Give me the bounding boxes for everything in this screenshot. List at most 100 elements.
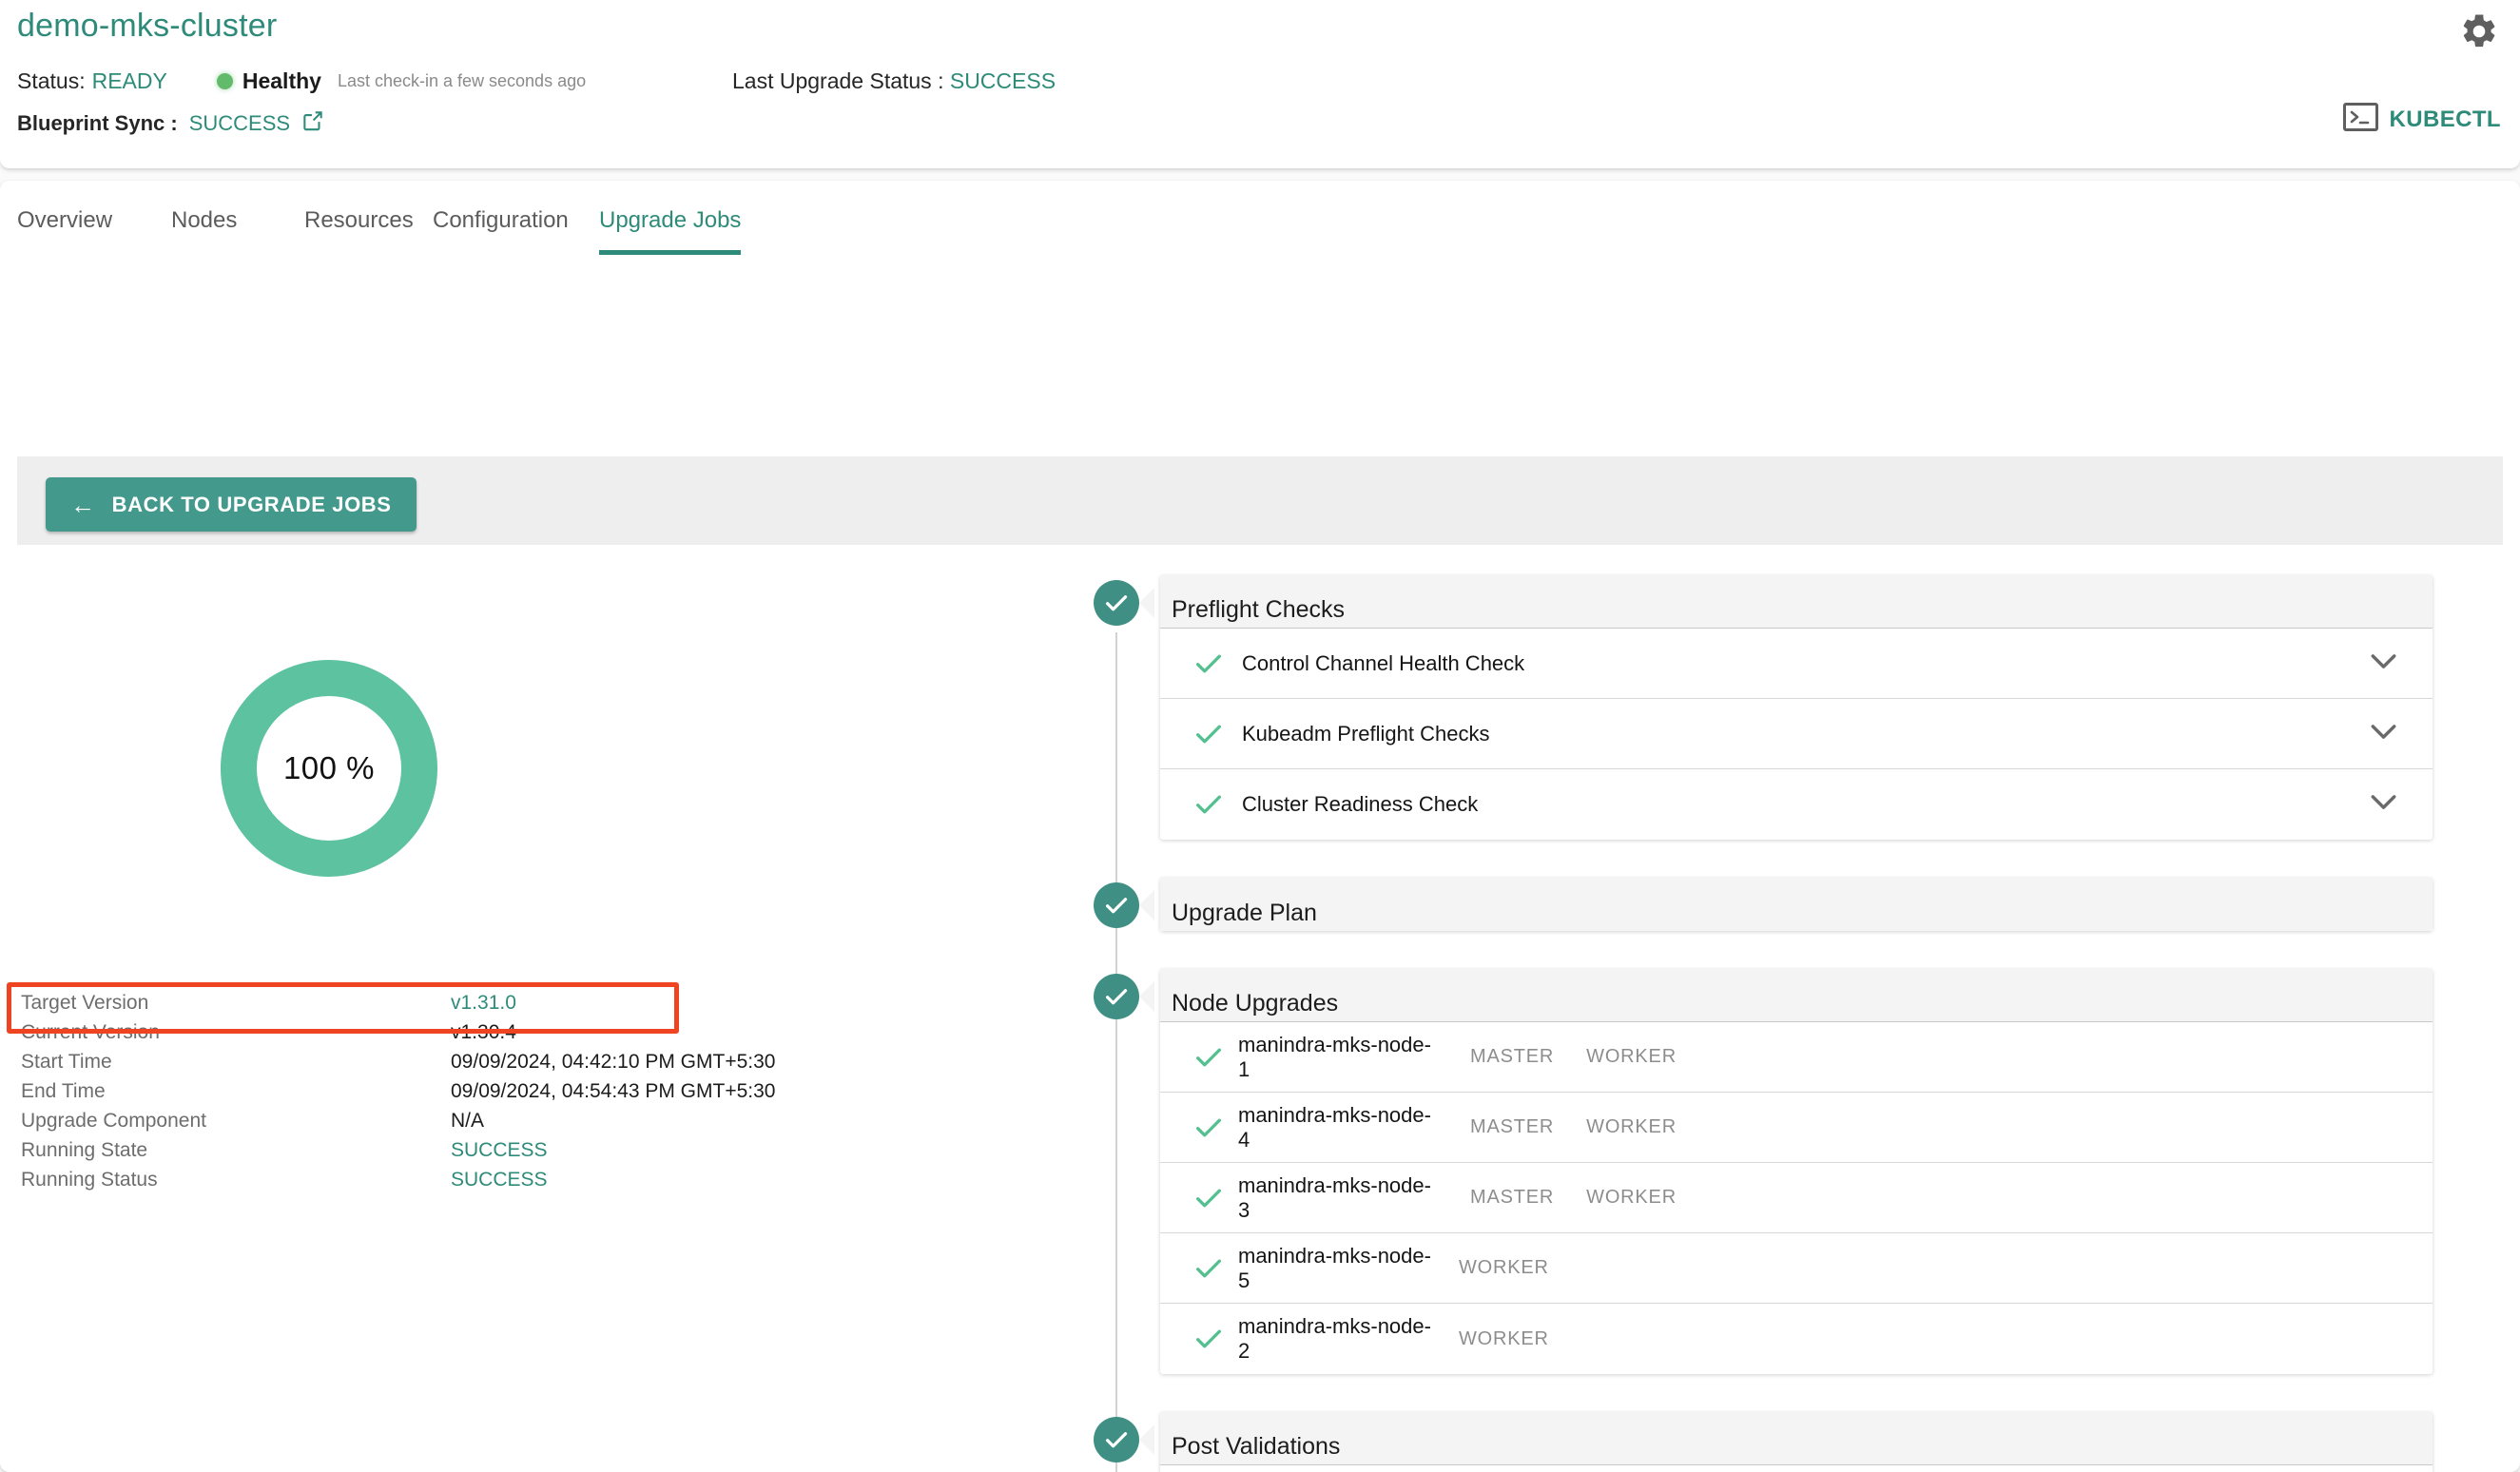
cluster-body-card: Overview Nodes Resources Configuration Upgra…	[0, 181, 2520, 1472]
node-upgrade-row[interactable]: manindra-mks-node-3 MASTER WORKER	[1160, 1163, 2433, 1233]
detail-value: v1.31.0	[451, 991, 516, 1014]
detail-value: 09/09/2024, 04:54:43 PM GMT+5:30	[451, 1079, 776, 1102]
node-upgrade-row[interactable]: manindra-mks-node-2 WORKER	[1160, 1304, 2433, 1374]
status-value: READY	[91, 68, 167, 93]
last-upgrade-label: Last Upgrade Status :	[732, 68, 944, 93]
detail-row: Running Status SUCCESS	[21, 1165, 877, 1194]
gear-icon[interactable]	[2459, 11, 2499, 51]
upgrade-detail-table: Target Version v1.31.0 Current Version v1.3…	[21, 988, 877, 1194]
node-role-badge: WORKER	[1586, 1046, 1677, 1067]
node-role-badge: WORKER	[1459, 1327, 1549, 1349]
detail-key: Current Version	[21, 1020, 160, 1043]
detail-row: End Time 09/09/2024, 04:54:43 PM GMT+5:30	[21, 1076, 877, 1106]
check-success-icon	[1192, 648, 1238, 680]
detail-key: Running Status	[21, 1168, 158, 1191]
last-checkin-text: Last check-in a few seconds ago	[337, 70, 587, 90]
detail-row: Target Version v1.31.0	[21, 988, 877, 1017]
last-upgrade-status: Last Upgrade Status : SUCCESS	[732, 68, 1056, 94]
kubectl-button[interactable]: KUBECTL	[2342, 103, 2501, 136]
cluster-status-row: Status: READY Healthy Last check-in a fe…	[17, 68, 586, 93]
detail-value: SUCCESS	[451, 1168, 548, 1191]
check-success-icon	[1192, 718, 1238, 750]
status-label: Status:	[17, 68, 86, 93]
progress-percent-label: 100 %	[282, 750, 376, 785]
section-title: Upgrade Plan	[1172, 900, 1317, 926]
external-link-icon[interactable]	[300, 108, 325, 138]
detail-key: Upgrade Component	[21, 1109, 206, 1132]
health-dot-icon	[216, 72, 233, 89]
check-success-icon	[1192, 788, 1238, 821]
kubectl-label: KUBECTL	[2389, 106, 2501, 132]
node-role-badge: MASTER	[1470, 1187, 1555, 1208]
chevron-down-icon[interactable]	[2371, 724, 2396, 745]
node-role-badge: MASTER	[1470, 1116, 1555, 1137]
cluster-header-card: demo-mks-cluster Status: READY Healthy L…	[0, 0, 2520, 168]
check-label: Cluster Readiness Check	[1242, 792, 1479, 816]
section-title: Post Validations	[1172, 1433, 1341, 1460]
node-name: manindra-mks-node-4	[1238, 1102, 1431, 1152]
detail-key: Running State	[21, 1138, 148, 1161]
section-header: Upgrade Plan	[1160, 878, 2433, 931]
back-to-upgrade-jobs-button[interactable]: ← BACK TO UPGRADE JOBS	[46, 477, 417, 532]
node-role-badge: WORKER	[1586, 1116, 1677, 1137]
health-text: Healthy	[242, 68, 321, 93]
node-upgrade-row[interactable]: manindra-mks-node-4 MASTER WORKER	[1160, 1093, 2433, 1163]
arrow-left-icon: ←	[70, 490, 96, 519]
detail-key: Target Version	[21, 991, 149, 1014]
check-row[interactable]: Kubeadm Preflight Checks	[1160, 699, 2433, 769]
last-upgrade-value: SUCCESS	[949, 68, 1056, 93]
chevron-down-icon[interactable]	[2371, 794, 2396, 815]
section-body: manindra-mks-node-1 MASTER WORKER manindra…	[1160, 1022, 2433, 1374]
timeline-pointer	[1139, 1424, 1154, 1455]
tab-bar: Overview Nodes Resources Configuration Upgra…	[0, 200, 2520, 261]
check-success-icon	[1192, 1112, 1238, 1144]
node-role-badge: MASTER	[1470, 1046, 1555, 1067]
timeline-pointer	[1139, 588, 1154, 618]
section-header: Node Upgrades	[1160, 969, 2433, 1022]
section-title: Preflight Checks	[1172, 596, 1346, 623]
blueprint-sync-label: Blueprint Sync :	[17, 110, 178, 135]
section-body: Control Channel Health Check Kubeadm Pre…	[1160, 629, 2433, 840]
node-upgrade-row[interactable]: manindra-mks-node-1 MASTER WORKER	[1160, 1022, 2433, 1093]
node-name: manindra-mks-node-2	[1238, 1314, 1431, 1363]
check-row[interactable]: Cluster Readiness Check	[1160, 769, 2433, 840]
page-title: demo-mks-cluster	[17, 8, 278, 44]
cluster-upgrade-job-page: demo-mks-cluster Status: READY Healthy L…	[0, 0, 2520, 1472]
timeline-section-node-upgrades: Node Upgrades manindra-mks-node-1 MASTER W…	[1160, 969, 2433, 1374]
timeline-pointer	[1139, 890, 1154, 920]
detail-row: Running State SUCCESS	[21, 1135, 877, 1165]
progress-donut: 100 %	[221, 660, 437, 877]
section-body: Nodes Ready Check Pods Running Check	[1160, 1465, 2433, 1472]
detail-row: Upgrade Component N/A	[21, 1106, 877, 1135]
tab-resources[interactable]: Resources	[304, 200, 414, 255]
check-success-icon	[1192, 1041, 1238, 1074]
section-title: Node Upgrades	[1172, 990, 1339, 1017]
node-upgrade-row[interactable]: manindra-mks-node-5 WORKER	[1160, 1233, 2433, 1304]
chevron-down-icon[interactable]	[2371, 653, 2396, 674]
timeline-connector	[1115, 632, 1117, 1472]
node-name: manindra-mks-node-1	[1238, 1032, 1431, 1081]
node-role-badge: WORKER	[1459, 1257, 1549, 1278]
detail-value: SUCCESS	[451, 1138, 548, 1161]
terminal-icon	[2342, 103, 2378, 136]
section-header: Post Validations	[1160, 1412, 2433, 1465]
check-success-icon	[1192, 1182, 1238, 1214]
detail-key: End Time	[21, 1079, 106, 1102]
tab-overview[interactable]: Overview	[17, 200, 112, 255]
detail-value: v1.30.4	[451, 1020, 516, 1043]
blueprint-sync-row: Blueprint Sync : SUCCESS	[17, 108, 325, 138]
check-label: Control Channel Health Check	[1242, 650, 1525, 675]
check-row[interactable]: Nodes Ready Check	[1160, 1465, 2433, 1472]
detail-row: Current Version v1.30.4	[21, 1017, 877, 1047]
timeline-pointer	[1139, 981, 1154, 1012]
check-row[interactable]: Control Channel Health Check	[1160, 629, 2433, 699]
timeline-section-preflight-checks: Preflight Checks Control Channel Health …	[1160, 575, 2433, 840]
tab-upgrade-jobs[interactable]: Upgrade Jobs	[599, 200, 742, 255]
tab-nodes[interactable]: Nodes	[171, 200, 237, 255]
timeline-step-status-icon	[1094, 974, 1139, 1019]
detail-key: Start Time	[21, 1050, 112, 1073]
check-success-icon	[1192, 1252, 1238, 1285]
tab-configuration[interactable]: Configuration	[433, 200, 569, 255]
detail-value: N/A	[451, 1109, 485, 1132]
node-name: manindra-mks-node-5	[1238, 1243, 1431, 1292]
